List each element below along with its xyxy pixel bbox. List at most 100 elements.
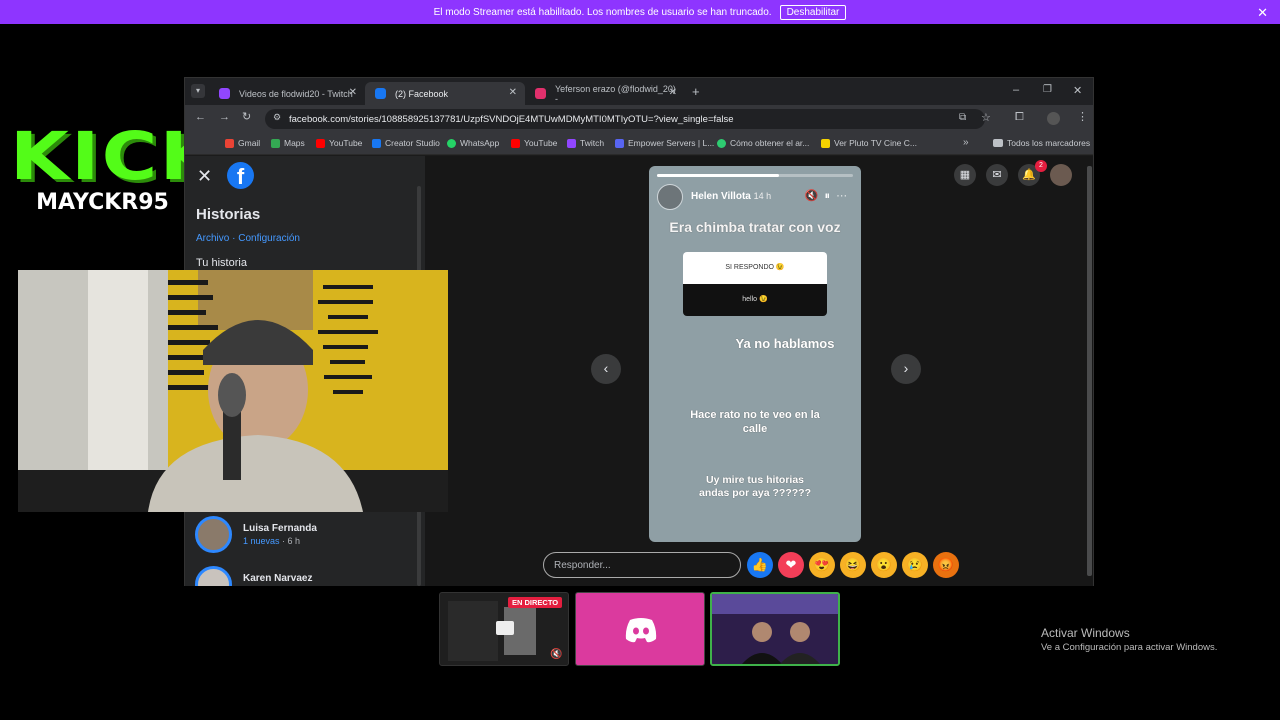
more-options-icon[interactable]: ⋯	[836, 190, 853, 202]
bookmark-twitch[interactable]: Twitch	[567, 138, 604, 148]
reload-icon[interactable]: ↻	[242, 110, 251, 123]
page-scrollbar[interactable]	[1087, 166, 1092, 576]
close-icon[interactable]: ✕	[1257, 5, 1268, 21]
bookmark-gmail[interactable]: Gmail	[225, 138, 260, 148]
tab-label: Yeferson erazo (@flodwid_20) -	[555, 83, 676, 104]
previous-story-button[interactable]: ‹	[591, 354, 621, 384]
url-text: facebook.com/stories/108858925137781/Uzp…	[289, 113, 734, 125]
tab-search-icon[interactable]: ▾	[191, 84, 205, 98]
pause-icon[interactable]: ⏸	[825, 190, 837, 202]
all-bookmarks-folder[interactable]: Todos los marcadores	[993, 138, 1090, 148]
facebook-logo-icon[interactable]: f	[227, 162, 254, 189]
discord-thumbnail[interactable]	[575, 592, 705, 666]
stories-title: Historias	[196, 206, 261, 223]
next-story-button[interactable]: ›	[891, 354, 921, 384]
your-story-label: Tu historia	[196, 257, 247, 269]
wow-reaction-icon[interactable]: 😮	[871, 552, 897, 578]
poll-question: SI RESPONDO 😉	[683, 252, 827, 284]
discord-icon	[625, 618, 657, 643]
story-text-3: Uy mire tus hitorias andas por aya ?????…	[698, 474, 811, 499]
close-icon[interactable]: ✕	[669, 87, 677, 98]
webcam-thumbnail-image	[712, 594, 838, 664]
list-item[interactable]: Luisa Fernanda 1 nuevas · 6 h	[195, 516, 415, 556]
story-poll: SI RESPONDO 😉 hello 😉	[683, 252, 827, 316]
notification-badge: 2	[1035, 160, 1047, 172]
story-text-2: Hace rato no te veo en la calle	[690, 409, 820, 435]
bookmark-youtube[interactable]: YouTube	[316, 138, 362, 148]
bookmark-empower[interactable]: Empower Servers | L...	[615, 138, 714, 148]
bookmark-como-obtener[interactable]: Cómo obtener el ar...	[717, 138, 809, 148]
more-bookmarks-icon[interactable]: »	[963, 137, 969, 148]
love-reaction-icon[interactable]: ❤	[778, 552, 804, 578]
story-author: Helen Villota 14 h 🔇⏸⋯	[657, 184, 857, 210]
close-window-icon[interactable]: ✕	[1073, 84, 1082, 97]
messenger-icon[interactable]: ✉	[986, 164, 1008, 186]
story-card[interactable]: Helen Villota 14 h 🔇⏸⋯ Era chimba tratar…	[649, 166, 861, 542]
webcam-feed	[18, 270, 448, 512]
avatar	[195, 566, 232, 586]
screen-share-icon	[496, 621, 514, 635]
address-bar[interactable]: ⚙ facebook.com/stories/108858925137781/U…	[265, 109, 985, 129]
close-icon[interactable]: ✕	[197, 166, 212, 187]
bookmark-youtube-2[interactable]: YouTube	[511, 138, 557, 148]
list-item[interactable]: Karen Narvaez	[195, 566, 415, 586]
story-controls: 🔇⏸⋯	[805, 189, 853, 203]
windows-activation-watermark: Activar Windows Ve a Configuración para …	[1041, 626, 1217, 653]
close-icon[interactable]: ✕	[349, 87, 357, 98]
back-icon[interactable]: ←	[195, 111, 206, 123]
story-headline: Era chimba tratar con voz	[669, 219, 841, 235]
sad-reaction-icon[interactable]: 😢	[902, 552, 928, 578]
kick-overlay: KICK MAYCKR95	[10, 124, 218, 216]
star-icon[interactable]: ☆	[981, 111, 991, 124]
bookmark-whatsapp[interactable]: WhatsApp	[447, 138, 499, 148]
webcam-thumbnail[interactable]	[710, 592, 840, 666]
angry-reaction-icon[interactable]: 😡	[933, 552, 959, 578]
menu-icon[interactable]: ⋮	[1077, 110, 1088, 123]
activate-subtitle: Ve a Configuración para activar Windows.	[1041, 642, 1218, 653]
close-icon[interactable]: ✕	[509, 87, 517, 98]
bookmark-maps[interactable]: Maps	[271, 138, 305, 148]
bookmarks-bar: Gmail Maps YouTube Creator Studio WhatsA…	[185, 133, 1093, 155]
install-icon[interactable]: ⧉	[959, 112, 966, 123]
minimize-icon[interactable]: –	[1013, 84, 1019, 96]
mute-icon[interactable]: 🔇	[805, 190, 825, 202]
disable-streamer-button[interactable]: Deshabilitar	[779, 4, 847, 20]
webcam-image	[18, 270, 448, 512]
menu-grid-icon[interactable]: ▦	[954, 164, 976, 186]
story-progress-fill	[657, 174, 779, 177]
extensions-icon[interactable]: ⧠	[1015, 111, 1024, 124]
tab-strip: ▾ Videos de flodwid20 - Twitch ✕ (2) Fac…	[185, 78, 1093, 105]
bookmark-creator-studio[interactable]: Creator Studio	[372, 138, 440, 148]
author-name[interactable]: Helen Villota 14 h	[691, 191, 771, 202]
tab-label: Videos de flodwid20 - Twitch	[239, 88, 353, 99]
instagram-icon	[535, 88, 546, 99]
profile-avatar[interactable]	[1047, 112, 1060, 125]
avatar	[195, 516, 232, 553]
browser-toolbar: ← → ↻ ⚙ facebook.com/stories/10885892513…	[185, 105, 1093, 133]
avatar[interactable]	[1050, 164, 1072, 186]
live-badge: EN DIRECTO	[508, 597, 563, 608]
tab-instagram[interactable]: Yeferson erazo (@flodwid_20) - ✕	[525, 82, 685, 105]
archive-settings-links[interactable]: Archivo · Configuración	[196, 233, 300, 244]
avatar[interactable]	[657, 184, 683, 210]
twitch-icon	[219, 88, 230, 99]
contact-status: 1 nuevas · 6 h	[243, 536, 301, 546]
site-info-icon[interactable]: ⚙	[273, 112, 281, 123]
haha-reaction-icon[interactable]: 😆	[840, 552, 866, 578]
tab-facebook[interactable]: (2) Facebook ✕	[365, 82, 525, 105]
tab-twitch[interactable]: Videos de flodwid20 - Twitch ✕	[209, 82, 365, 105]
tab-label: (2) Facebook	[395, 88, 449, 99]
care-reaction-icon[interactable]: 😍	[809, 552, 835, 578]
activate-title: Activar Windows	[1041, 626, 1130, 640]
reply-input[interactable]: Responder...	[543, 552, 741, 578]
muted-icon[interactable]: 🔇	[550, 649, 562, 660]
contact-name: Luisa Fernanda	[243, 523, 317, 534]
facebook-icon	[375, 88, 386, 99]
bookmark-pluto-tv[interactable]: Ver Pluto TV Cine C...	[821, 138, 917, 148]
new-tab-icon[interactable]: +	[692, 84, 700, 99]
contact-name: Karen Narvaez	[243, 573, 313, 584]
like-reaction-icon[interactable]: 👍	[747, 552, 773, 578]
story-text-1: Ya no hablamos	[735, 336, 835, 351]
restore-icon[interactable]: ❐	[1043, 84, 1052, 95]
forward-icon[interactable]: →	[219, 111, 230, 123]
